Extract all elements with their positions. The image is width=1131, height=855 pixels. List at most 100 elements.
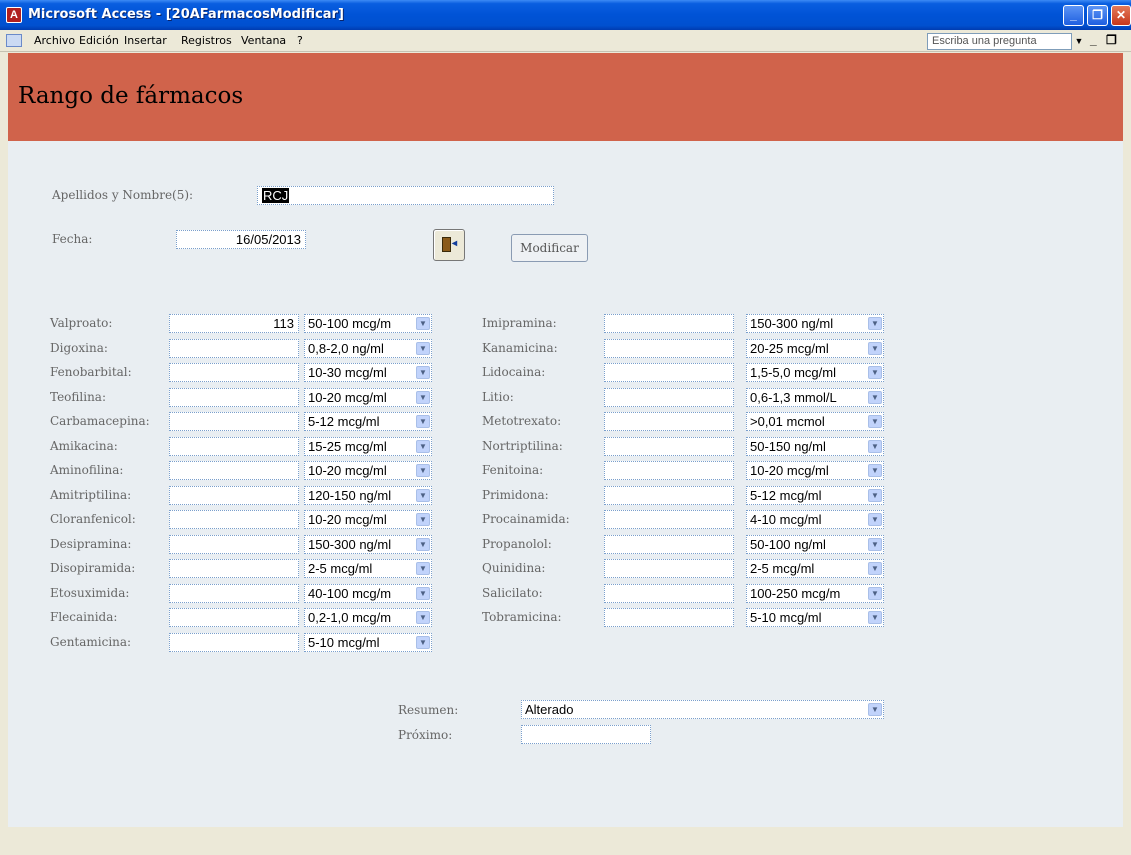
- fecha-input[interactable]: 16/05/2013: [176, 230, 306, 249]
- chevron-down-icon[interactable]: ▼: [868, 488, 882, 502]
- chevron-down-icon[interactable]: ▼: [416, 341, 430, 355]
- ask-dropdown-arrow-icon[interactable]: ▼: [1072, 33, 1086, 50]
- drug-range-combo[interactable]: 50-100 mcg/m ▼: [304, 314, 432, 333]
- drug-range-combo[interactable]: 0,6-1,3 mmol/L ▼: [746, 387, 884, 407]
- chevron-down-icon[interactable]: ▼: [868, 703, 882, 716]
- drug-range-combo[interactable]: 10-20 mcg/ml ▼: [304, 461, 432, 480]
- drug-range-combo[interactable]: 5-10 mcg/ml ▼: [304, 632, 432, 652]
- chevron-down-icon[interactable]: ▼: [416, 562, 430, 575]
- drug-value-input[interactable]: [604, 583, 734, 603]
- chevron-down-icon[interactable]: ▼: [868, 586, 882, 600]
- chevron-down-icon[interactable]: ▼: [416, 317, 430, 330]
- drug-range-combo[interactable]: 150-300 ng/ml ▼: [746, 314, 884, 333]
- chevron-down-icon[interactable]: ▼: [868, 390, 882, 404]
- drug-range-combo[interactable]: 10-20 mcg/ml ▼: [304, 510, 432, 529]
- drug-value-input[interactable]: [604, 534, 734, 554]
- chevron-down-icon[interactable]: ▼: [416, 537, 430, 551]
- exit-door-button[interactable]: ◂: [433, 229, 465, 261]
- drug-value-input[interactable]: [604, 412, 734, 431]
- menu-insertar[interactable]: Insertar: [124, 34, 167, 47]
- drug-range-combo[interactable]: 4-10 mcg/ml ▼: [746, 510, 884, 529]
- drug-range-combo[interactable]: 100-250 mcg/m ▼: [746, 583, 884, 603]
- drug-value-input[interactable]: [169, 534, 299, 554]
- menu-help[interactable]: ?: [297, 34, 303, 47]
- drug-range-combo[interactable]: 50-100 ng/ml ▼: [746, 534, 884, 554]
- drug-value-input[interactable]: [604, 461, 734, 480]
- drug-range-combo[interactable]: 10-30 mcg/ml ▼: [304, 363, 432, 382]
- close-button[interactable]: ✕: [1111, 5, 1131, 26]
- drug-range-combo[interactable]: 5-10 mcg/ml ▼: [746, 608, 884, 627]
- drug-range-combo[interactable]: 0,8-2,0 ng/ml ▼: [304, 338, 432, 358]
- chevron-down-icon[interactable]: ▼: [416, 366, 430, 379]
- chevron-down-icon[interactable]: ▼: [416, 513, 430, 526]
- chevron-down-icon[interactable]: ▼: [868, 366, 882, 379]
- drug-value-input[interactable]: [604, 559, 734, 578]
- drug-value-input[interactable]: 113: [169, 314, 299, 333]
- menu-ventana[interactable]: Ventana: [241, 34, 286, 47]
- chevron-down-icon[interactable]: ▼: [868, 341, 882, 355]
- chevron-down-icon[interactable]: ▼: [416, 586, 430, 600]
- drug-range-combo[interactable]: 2-5 mcg/ml ▼: [304, 559, 432, 578]
- resumen-combo[interactable]: Alterado ▼: [521, 700, 884, 719]
- chevron-down-icon[interactable]: ▼: [416, 439, 430, 453]
- drug-value-input[interactable]: [169, 461, 299, 480]
- chevron-down-icon[interactable]: ▼: [868, 415, 882, 428]
- drug-value-input[interactable]: [169, 608, 299, 627]
- drug-value-input[interactable]: [604, 314, 734, 333]
- drug-range-combo[interactable]: 150-300 ng/ml ▼: [304, 534, 432, 554]
- access-app-icon[interactable]: A: [6, 7, 22, 23]
- drug-value-input[interactable]: [604, 436, 734, 456]
- chevron-down-icon[interactable]: ▼: [416, 611, 430, 624]
- drug-value-input[interactable]: [604, 387, 734, 407]
- form-menu-icon[interactable]: [6, 34, 22, 47]
- drug-value-input[interactable]: [604, 485, 734, 505]
- chevron-down-icon[interactable]: ▼: [868, 317, 882, 330]
- drug-range-combo[interactable]: 0,2-1,0 mcg/m ▼: [304, 608, 432, 627]
- drug-range-combo[interactable]: 10-20 mcg/ml ▼: [304, 387, 432, 407]
- mdi-minimize-button[interactable]: _: [1090, 33, 1097, 47]
- mdi-restore-button[interactable]: ❐: [1106, 33, 1117, 47]
- ask-question-input[interactable]: Escriba una pregunta: [927, 33, 1072, 50]
- chevron-down-icon[interactable]: ▼: [868, 537, 882, 551]
- chevron-down-icon[interactable]: ▼: [868, 611, 882, 624]
- modificar-button[interactable]: Modificar: [511, 234, 588, 262]
- restore-button[interactable]: ❐: [1087, 5, 1108, 26]
- drug-range-combo[interactable]: 10-20 mcg/ml ▼: [746, 461, 884, 480]
- drug-range-combo[interactable]: 40-100 mcg/m ▼: [304, 583, 432, 603]
- drug-value-input[interactable]: [169, 559, 299, 578]
- chevron-down-icon[interactable]: ▼: [416, 415, 430, 428]
- drug-value-input[interactable]: [169, 485, 299, 505]
- drug-value-input[interactable]: [169, 436, 299, 456]
- drug-range-combo[interactable]: 20-25 mcg/ml ▼: [746, 338, 884, 358]
- drug-value-input[interactable]: [169, 363, 299, 382]
- menu-registros[interactable]: Registros: [181, 34, 232, 47]
- drug-range-combo[interactable]: 2-5 mcg/ml ▼: [746, 559, 884, 578]
- apellidos-input[interactable]: RCJ: [257, 186, 554, 205]
- chevron-down-icon[interactable]: ▼: [416, 390, 430, 404]
- drug-range-combo[interactable]: 5-12 mcg/ml ▼: [746, 485, 884, 505]
- drug-value-input[interactable]: [604, 608, 734, 627]
- chevron-down-icon[interactable]: ▼: [868, 439, 882, 453]
- drug-range-combo[interactable]: 50-150 ng/ml ▼: [746, 436, 884, 456]
- drug-value-input[interactable]: [604, 338, 734, 358]
- drug-value-input[interactable]: [169, 338, 299, 358]
- drug-value-input[interactable]: [169, 510, 299, 529]
- menu-archivo[interactable]: Archivo: [34, 34, 75, 47]
- drug-value-input[interactable]: [169, 632, 299, 652]
- drug-value-input[interactable]: [604, 363, 734, 382]
- chevron-down-icon[interactable]: ▼: [868, 513, 882, 526]
- menu-edicion[interactable]: Edición: [79, 34, 119, 47]
- drug-value-input[interactable]: [169, 412, 299, 431]
- drug-value-input[interactable]: [604, 510, 734, 529]
- chevron-down-icon[interactable]: ▼: [868, 562, 882, 575]
- drug-range-combo[interactable]: 120-150 ng/ml ▼: [304, 485, 432, 505]
- drug-value-input[interactable]: [169, 387, 299, 407]
- chevron-down-icon[interactable]: ▼: [416, 488, 430, 502]
- drug-range-combo[interactable]: >0,01 mcmol ▼: [746, 412, 884, 431]
- chevron-down-icon[interactable]: ▼: [868, 464, 882, 477]
- drug-range-combo[interactable]: 15-25 mcg/ml ▼: [304, 436, 432, 456]
- proximo-input[interactable]: [521, 725, 651, 744]
- drug-range-combo[interactable]: 5-12 mcg/ml ▼: [304, 412, 432, 431]
- minimize-button[interactable]: _: [1063, 5, 1084, 26]
- chevron-down-icon[interactable]: ▼: [416, 464, 430, 477]
